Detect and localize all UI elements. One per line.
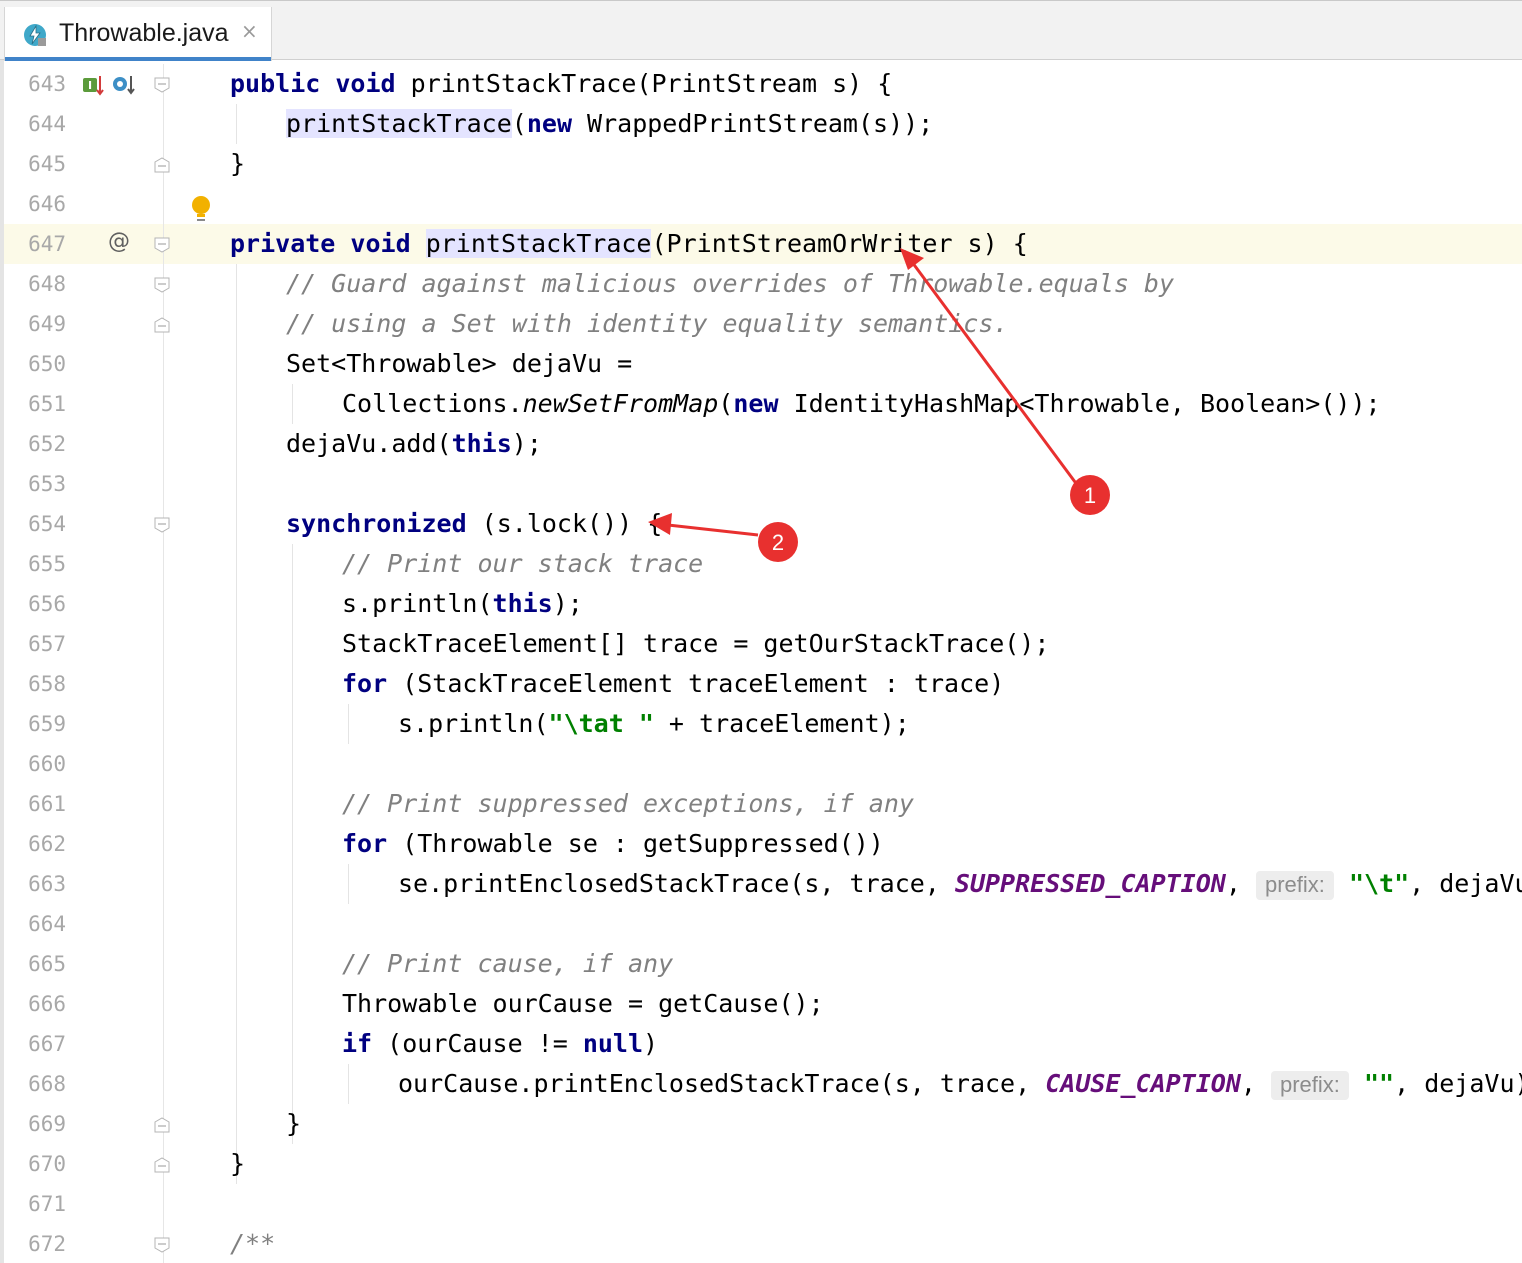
tab-title: Throwable.java (59, 19, 229, 47)
line-number: 672 (28, 1232, 66, 1256)
line-number: 660 (28, 752, 66, 776)
annotation-at-icon[interactable]: @ (108, 229, 130, 254)
code-line-657: StackTraceElement[] trace = getOurStackT… (342, 629, 1050, 658)
code-line-672: /** (230, 1229, 276, 1258)
code-line-668: ourCause.printEnclosedStackTrace(s, trac… (398, 1069, 1522, 1100)
fold-close-icon[interactable] (154, 1157, 170, 1173)
fold-close-icon[interactable] (154, 1117, 170, 1133)
active-tab-indicator (5, 57, 271, 61)
parameter-hint: prefix: (1271, 1071, 1349, 1100)
indent-guide (348, 864, 349, 904)
code-line-649: // using a Set with identity equality se… (286, 309, 1009, 338)
line-number: 666 (28, 992, 66, 1016)
code-line-670: } (230, 1149, 246, 1178)
line-number: 659 (28, 712, 66, 736)
line-number: 652 (28, 432, 66, 456)
fold-close-icon[interactable] (154, 157, 170, 173)
code-line-645: } (230, 149, 246, 178)
parameter-hint: prefix: (1255, 871, 1334, 900)
code-line-644: printStackTrace(new WrappedPrintStream(s… (286, 109, 934, 138)
lightbulb-icon[interactable] (190, 195, 212, 225)
indent-guide (348, 704, 349, 744)
line-number: 651 (28, 392, 66, 416)
indent-guide (236, 104, 237, 144)
line-number: 650 (28, 352, 66, 376)
line-number: 649 (28, 312, 66, 336)
code-line-662: for (Throwable se : getSuppressed()) (342, 829, 884, 858)
line-number: 661 (28, 792, 66, 816)
line-number: 665 (28, 952, 66, 976)
line-number: 667 (28, 1032, 66, 1056)
line-number: 643 (28, 72, 66, 96)
code-line-654: synchronized (s.lock()) { (286, 509, 663, 538)
line-number: 645 (28, 152, 66, 176)
code-line-647: private void printStackTrace(PrintStream… (230, 229, 1028, 258)
code-line-663: se.printEnclosedStackTrace(s, trace, SUP… (398, 869, 1522, 900)
line-number: 662 (28, 832, 66, 856)
usage-highlight: printStackTrace (286, 109, 512, 138)
code-line-669: } (286, 1109, 302, 1138)
line-number: 653 (28, 472, 66, 496)
code-line-655: // Print our stack trace (342, 549, 704, 578)
code-line-661: // Print suppressed exceptions, if any (342, 789, 914, 818)
declaration-highlight: printStackTrace (425, 229, 652, 258)
line-number: 644 (28, 112, 66, 136)
line-number: 658 (28, 672, 66, 696)
java-class-icon (24, 24, 46, 46)
code-line-656: s.println(this); (342, 589, 583, 618)
indent-guide (292, 544, 293, 1144)
editor-tab-bar: Throwable.java × (0, 0, 1522, 61)
line-number: 648 (28, 272, 66, 296)
line-number: 664 (28, 912, 66, 936)
line-number: 647 (28, 232, 66, 256)
code-editor[interactable]: 643 644 645 646 647 648 649 650 651 652 … (4, 64, 1522, 1263)
line-number: 663 (28, 872, 66, 896)
fold-open-icon[interactable] (154, 237, 170, 253)
line-number: 654 (28, 512, 66, 536)
code-line-659: s.println("\tat " + traceElement); (398, 709, 910, 738)
line-number: 657 (28, 632, 66, 656)
fold-close-icon[interactable] (154, 317, 170, 333)
code-line-650: Set<Throwable> dejaVu = (286, 349, 633, 378)
line-number: 668 (28, 1072, 66, 1096)
code-line-651: Collections.newSetFromMap(new IdentityHa… (342, 389, 1381, 418)
code-line-667: if (ourCause != null) (342, 1029, 659, 1058)
code-line-666: Throwable ourCause = getCause(); (342, 989, 824, 1018)
code-line-658: for (StackTraceElement traceElement : tr… (342, 669, 1005, 698)
implements-method-icon[interactable]: I (80, 73, 104, 97)
line-number: 655 (28, 552, 66, 576)
fold-open-icon[interactable] (154, 277, 170, 293)
line-number: 671 (28, 1192, 66, 1216)
line-number: 656 (28, 592, 66, 616)
tab-throwable-java[interactable]: Throwable.java × (4, 7, 272, 61)
indent-guide (236, 264, 237, 1184)
indent-guide (292, 384, 293, 424)
code-line-652: dejaVu.add(this); (286, 429, 542, 458)
line-number: 670 (28, 1152, 66, 1176)
fold-open-icon[interactable] (154, 1237, 170, 1253)
code-line-643: public void printStackTrace(PrintStream … (230, 69, 893, 98)
line-number: 669 (28, 1112, 66, 1136)
fold-open-icon[interactable] (154, 517, 170, 533)
line-number: 646 (28, 192, 66, 216)
overridden-method-icon[interactable] (110, 73, 136, 97)
close-icon[interactable]: × (241, 19, 258, 43)
svg-text:I: I (88, 79, 92, 92)
indent-guide (348, 1064, 349, 1104)
fold-open-icon[interactable] (154, 77, 170, 93)
code-line-648: // Guard against malicious overrides of … (286, 269, 1175, 298)
code-line-665: // Print cause, if any (342, 949, 674, 978)
